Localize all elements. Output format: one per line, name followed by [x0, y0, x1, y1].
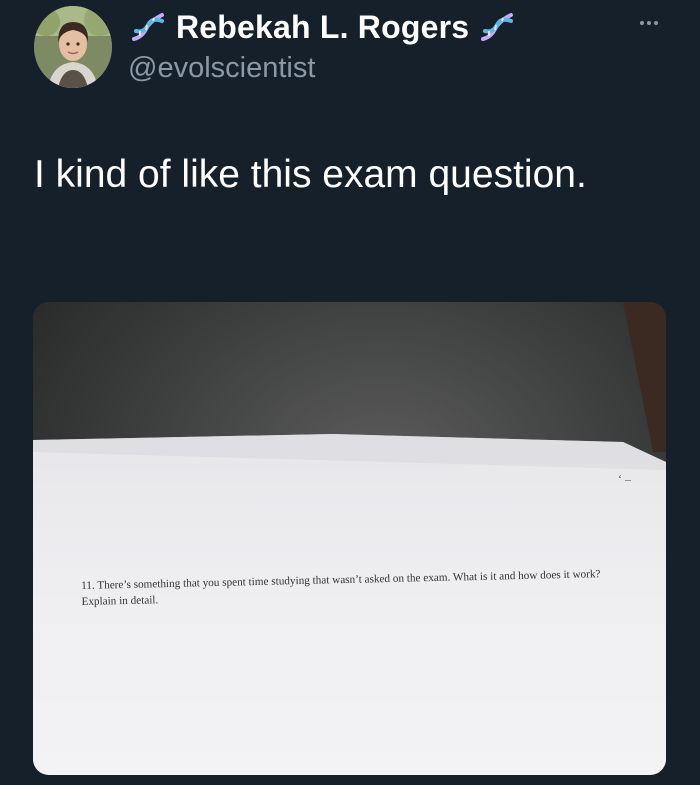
- more-icon-dot: [647, 21, 651, 25]
- tweet-card: Rebekah L. Rogers @evolscientist I kind …: [0, 0, 700, 785]
- more-icon-dot: [654, 21, 658, 25]
- author-handle[interactable]: @evolscientist: [128, 52, 315, 85]
- dna-icon: [477, 7, 517, 47]
- exam-paper-photo: [33, 302, 666, 775]
- dna-icon: [128, 7, 168, 47]
- more-icon: [640, 21, 644, 25]
- tweet-text: I kind of like this exam question.: [34, 153, 587, 196]
- avatar[interactable]: [34, 6, 112, 88]
- tweet-photo[interactable]: ‘ – 11. There’s something that you spent…: [33, 302, 666, 775]
- paper-mark: ‘ –: [618, 472, 631, 486]
- avatar-photo: [34, 6, 112, 88]
- more-options-button[interactable]: [634, 12, 664, 34]
- author-name-row[interactable]: Rebekah L. Rogers: [128, 6, 517, 48]
- display-name[interactable]: Rebekah L. Rogers: [176, 9, 469, 46]
